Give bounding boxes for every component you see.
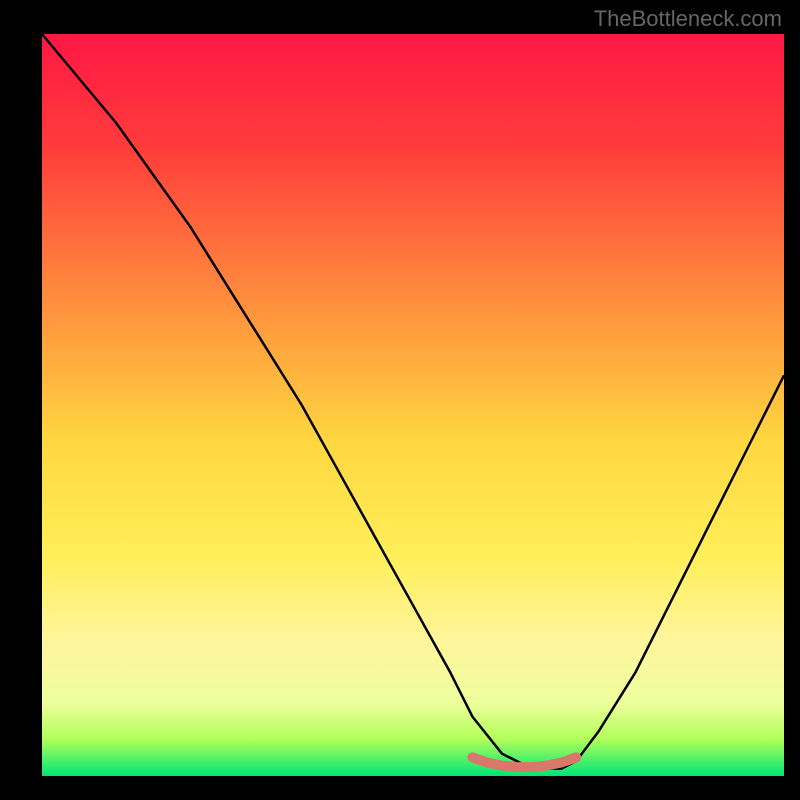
chart-container: TheBottleneck.com — [0, 0, 800, 800]
plot-background — [42, 34, 784, 776]
chart-svg — [0, 0, 800, 800]
watermark-text: TheBottleneck.com — [594, 6, 782, 32]
